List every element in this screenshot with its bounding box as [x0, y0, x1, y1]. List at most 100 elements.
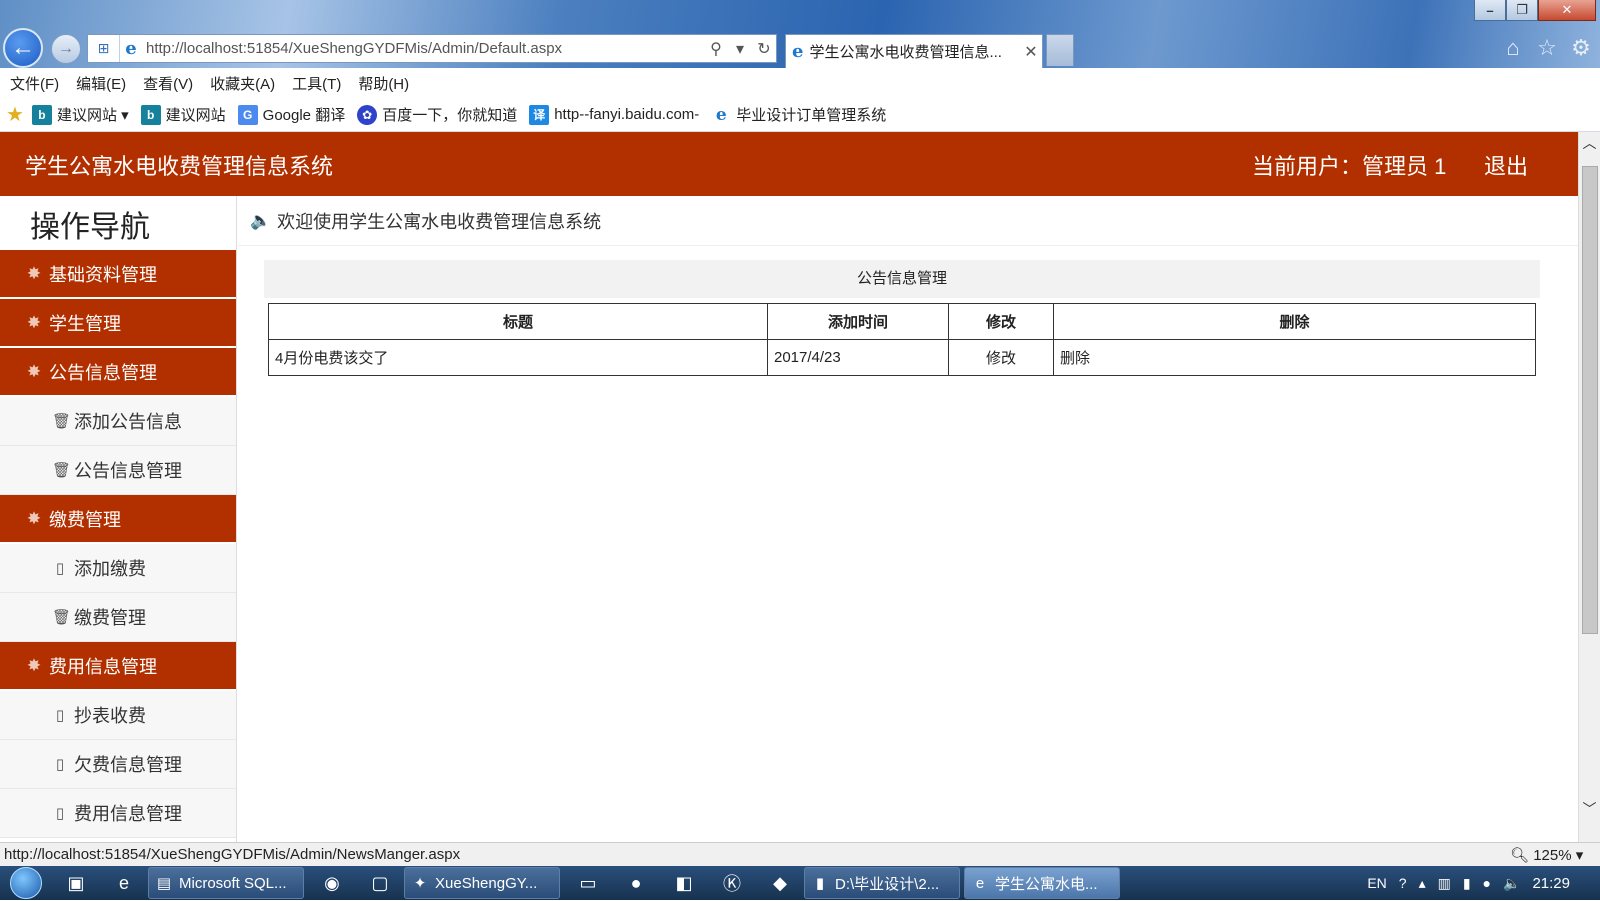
edit-link[interactable]: 修改 [948, 339, 1054, 376]
status-bar: http://localhost:51854/XueShengGYDFMis/A… [0, 842, 1600, 866]
app-title: 学生公寓水电收费管理信息系统 [25, 154, 334, 179]
back-button[interactable]: ← [3, 28, 43, 68]
file-icon: ▯ [55, 756, 65, 773]
menu-favorites[interactable]: 收藏夹(A) [210, 73, 275, 94]
minimize-button[interactable]: – [1474, 0, 1506, 21]
favorite-order-system[interactable]: e 毕业设计订单管理系统 [711, 104, 886, 125]
sidebar-item-arrears[interactable]: ▯ 欠费信息管理 [0, 740, 236, 789]
sidebar-item-label: 添加公告信息 [74, 412, 182, 432]
sidebar-item-label: 费用信息管理 [74, 804, 182, 824]
forward-button[interactable]: → [51, 34, 81, 64]
bing-icon: b [31, 104, 52, 125]
baidu-paw-icon: ✿ [357, 104, 378, 125]
notice-table: 标题 添加时间 修改 删除 4月份电费该交了 2017/4/23 修改 删除 [268, 303, 1536, 376]
menu-view[interactable]: 查看(V) [143, 73, 193, 94]
file-icon: ▯ [55, 560, 65, 577]
tray-expand-icon[interactable]: ▴ [1419, 875, 1426, 892]
delete-link[interactable]: 删除 [1053, 339, 1536, 376]
sidebar-group-label: 基础资料管理 [49, 264, 157, 285]
favorite-google-translate[interactable]: G Google 翻译 [237, 104, 345, 125]
search-icon[interactable]: ⚲ [704, 39, 728, 59]
favorite-label: http--fanyi.baidu.com- [554, 106, 700, 123]
google-translate-icon: G [237, 104, 258, 125]
table-header-row: 标题 添加时间 修改 删除 [268, 303, 1536, 340]
menu-edit[interactable]: 编辑(E) [76, 73, 126, 94]
photoshop-pinned-icon[interactable]: ▢ [356, 866, 404, 900]
address-url[interactable]: http://localhost:51854/XueShengGYDFMis/A… [142, 40, 704, 57]
ie-pinned-icon[interactable]: e [100, 866, 148, 900]
speaker-icon: 🔈 [250, 210, 272, 230]
sidebar-group-fees[interactable]: ✸ 费用信息管理 [0, 642, 236, 689]
favorite-suggested-sites-dropdown[interactable]: b 建议网站 ▾ [31, 104, 129, 125]
taskbar-task-sql[interactable]: ▤ Microsoft SQL... [148, 867, 304, 899]
app-pinned-icon[interactable]: ◧ [660, 866, 708, 900]
sidebar: 操作导航 ✸ 基础资料管理 ✸ 学生管理 ✸ 公告信息管理 🗑 添加公告信息 🗑… [0, 196, 237, 842]
maximize-button[interactable]: ❐ [1506, 0, 1538, 21]
current-user: 当前用户：管理员 1 [1252, 154, 1447, 179]
browser-pinned-icon[interactable]: ◉ [308, 866, 356, 900]
close-window-button[interactable]: ✕ [1538, 0, 1596, 21]
taskbar-task-browser[interactable]: e 学生公寓水电... [964, 867, 1120, 899]
vertical-scrollbar[interactable]: ︿ ﹀ [1578, 132, 1600, 842]
taskbar-task-folder[interactable]: ▮ D:\毕业设计\2... [804, 867, 960, 899]
sidebar-item-meter-reading[interactable]: ▯ 抄表收费 [0, 691, 236, 740]
battery-icon[interactable]: ▮ [1463, 875, 1471, 892]
sidebar-item-label: 抄表收费 [74, 706, 146, 726]
folder-icon: ▮ [815, 875, 825, 892]
camera-pinned-icon[interactable]: ▭ [564, 866, 612, 900]
qq-pinned-icon[interactable]: ● [612, 866, 660, 900]
gear-icon[interactable]: ⚙ [1570, 36, 1592, 60]
menu-file[interactable]: 文件(F) [10, 73, 59, 94]
k-app-pinned-icon[interactable]: Ⓚ [708, 866, 756, 900]
favorites-star-icon[interactable]: ☆ [1536, 36, 1558, 60]
address-bar[interactable]: ⊞ e http://localhost:51854/XueShengGYDFM… [87, 34, 777, 63]
menu-tools[interactable]: 工具(T) [292, 73, 341, 94]
qq-tray-icon[interactable]: ● [1483, 875, 1491, 891]
column-header-added-time: 添加时间 [767, 303, 949, 340]
language-indicator[interactable]: EN [1367, 875, 1386, 891]
favorite-suggested-sites[interactable]: b 建议网站 [140, 104, 226, 125]
refresh-icon[interactable]: ↻ [752, 39, 776, 59]
new-tab-button[interactable] [1046, 34, 1074, 66]
scroll-up-icon[interactable]: ︿ [1579, 132, 1600, 154]
favorite-baidu-fanyi[interactable]: 译 http--fanyi.baidu.com- [529, 104, 700, 125]
sidebar-group-notices[interactable]: ✸ 公告信息管理 [0, 348, 236, 395]
taskbar-task-visual-studio[interactable]: ✦ XueShengGY... [404, 867, 560, 899]
sidebar-group-basic-data[interactable]: ✸ 基础资料管理 [0, 250, 236, 297]
favorite-baidu[interactable]: ✿ 百度一下，你就知道 [357, 104, 517, 125]
game-pinned-icon[interactable]: ◆ [756, 866, 804, 900]
sidebar-item-label: 缴费管理 [74, 608, 146, 628]
main-content: 🔈 欢迎使用学生公寓水电收费管理信息系统 公告信息管理 标题 添加时间 修改 删… [238, 196, 1578, 842]
explorer-pinned-icon[interactable]: ▣ [52, 866, 100, 900]
file-icon: ▯ [55, 707, 65, 724]
sidebar-group-payments[interactable]: ✸ 缴费管理 [0, 495, 236, 542]
system-tray: EN ? ▴ ▥ ▮ ● 🔈 21:29 [1367, 866, 1600, 900]
visual-studio-icon: ✦ [413, 875, 427, 892]
ie-page-icon: e [125, 38, 137, 59]
ie-page-icon: e [715, 104, 727, 125]
sidebar-item-payment-management[interactable]: 🗑 缴费管理 [0, 593, 236, 642]
scrollbar-thumb[interactable] [1582, 166, 1598, 634]
volume-icon[interactable]: 🔈 [1503, 875, 1520, 892]
zoom-level[interactable]: 🔍︎ 125% ▾ [1510, 846, 1600, 864]
sidebar-item-add-payment[interactable]: ▯ 添加缴费 [0, 544, 236, 593]
sidebar-item-add-notice[interactable]: 🗑 添加公告信息 [0, 397, 236, 446]
trash-icon: 🗑 [52, 462, 72, 479]
scroll-down-icon[interactable]: ﹀ [1579, 798, 1600, 820]
logout-link[interactable]: 退出 [1484, 149, 1528, 181]
sidebar-group-students[interactable]: ✸ 学生管理 [0, 299, 236, 346]
help-icon[interactable]: ? [1399, 875, 1407, 891]
start-button[interactable] [0, 865, 52, 901]
favorites-star-icon[interactable]: ★ [6, 102, 24, 127]
sidebar-item-notice-management[interactable]: 🗑 公告信息管理 [0, 446, 236, 495]
clock[interactable]: 21:29 [1532, 875, 1570, 892]
sidebar-item-fee-management[interactable]: ▯ 费用信息管理 [0, 789, 236, 838]
menu-help[interactable]: 帮助(H) [358, 73, 409, 94]
ie-tab-icon: e [792, 41, 804, 62]
tab-active[interactable]: e 学生公寓水电收费管理信息... ✕ [785, 34, 1043, 68]
compatibility-view-icon[interactable]: ⊞ [88, 35, 120, 62]
network-icon[interactable]: ▥ [1438, 875, 1451, 892]
close-tab-icon[interactable]: ✕ [1020, 42, 1042, 62]
home-icon[interactable]: ⌂ [1502, 36, 1524, 60]
dropdown-arrow-icon[interactable]: ▾ [728, 39, 752, 59]
